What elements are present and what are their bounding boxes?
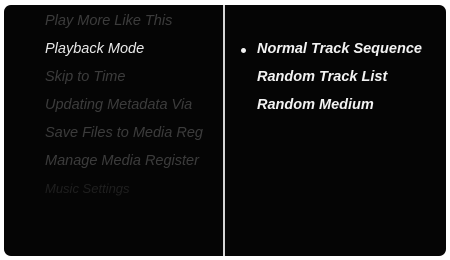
menu-item-playback-mode[interactable]: Playback Mode — [45, 41, 144, 57]
menu-item-save-files[interactable]: Save Files to Media Reg — [45, 125, 203, 141]
selected-bullet-icon — [241, 48, 246, 53]
playback-mode-list: Normal Track Sequence Random Track List … — [226, 5, 446, 256]
menu-item-manage-media-register[interactable]: Manage Media Register — [45, 153, 199, 169]
option-normal-track-sequence[interactable]: Normal Track Sequence — [257, 41, 422, 57]
menu-divider — [223, 5, 225, 256]
options-menu: Play More Like This Playback Mode Skip t… — [4, 5, 224, 256]
media-screen: Play More Like This Playback Mode Skip t… — [4, 5, 446, 256]
menu-item-updating-metadata[interactable]: Updating Metadata Via — [45, 97, 192, 113]
menu-item-skip-to-time[interactable]: Skip to Time — [45, 69, 125, 85]
option-random-track-list[interactable]: Random Track List — [257, 69, 387, 85]
menu-item-play-more-like-this[interactable]: Play More Like This — [45, 13, 172, 29]
menu-item-music-settings[interactable]: Music Settings — [45, 181, 130, 196]
option-random-medium[interactable]: Random Medium — [257, 97, 374, 113]
